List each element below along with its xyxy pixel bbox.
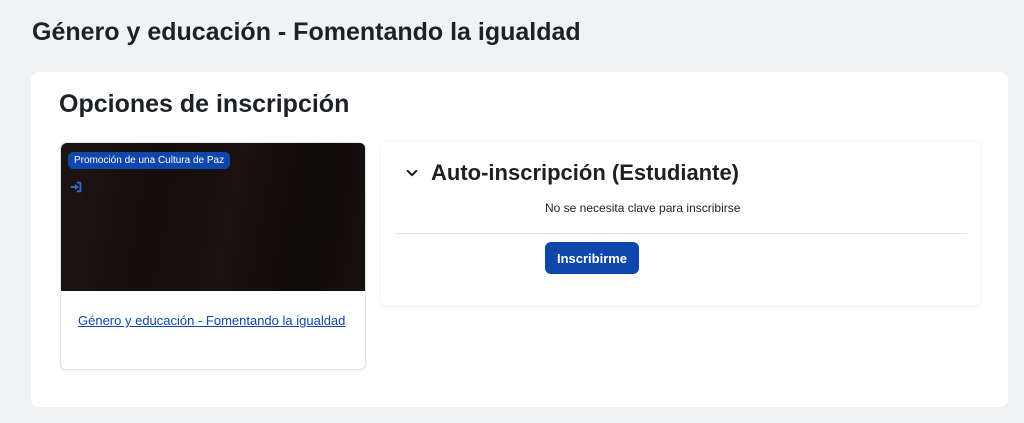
self-enrolment-header[interactable]: Auto-inscripción (Estudiante) (405, 160, 739, 186)
self-enrolment-panel: Auto-inscripción (Estudiante) No se nece… (381, 142, 980, 305)
sign-in-icon (70, 181, 82, 193)
divider (396, 233, 967, 234)
course-link[interactable]: Género y educación - Fomentando la igual… (78, 310, 348, 331)
course-image: Promoción de una Cultura de Paz (61, 143, 365, 291)
enrolment-options-card: Opciones de inscripción Promoción de una… (31, 72, 1008, 407)
page-title: Género y educación - Fomentando la igual… (32, 18, 581, 46)
course-card: Promoción de una Cultura de Paz Género y… (60, 142, 366, 370)
chevron-down-icon[interactable] (405, 166, 419, 180)
self-enrolment-title: Auto-inscripción (Estudiante) (431, 160, 739, 185)
course-category-badge: Promoción de una Cultura de Paz (68, 152, 231, 169)
enrolment-options-heading: Opciones de inscripción (59, 90, 350, 118)
enrol-me-button[interactable]: Inscribirme (545, 242, 639, 274)
no-key-message: No se necesita clave para inscribirse (545, 201, 741, 215)
